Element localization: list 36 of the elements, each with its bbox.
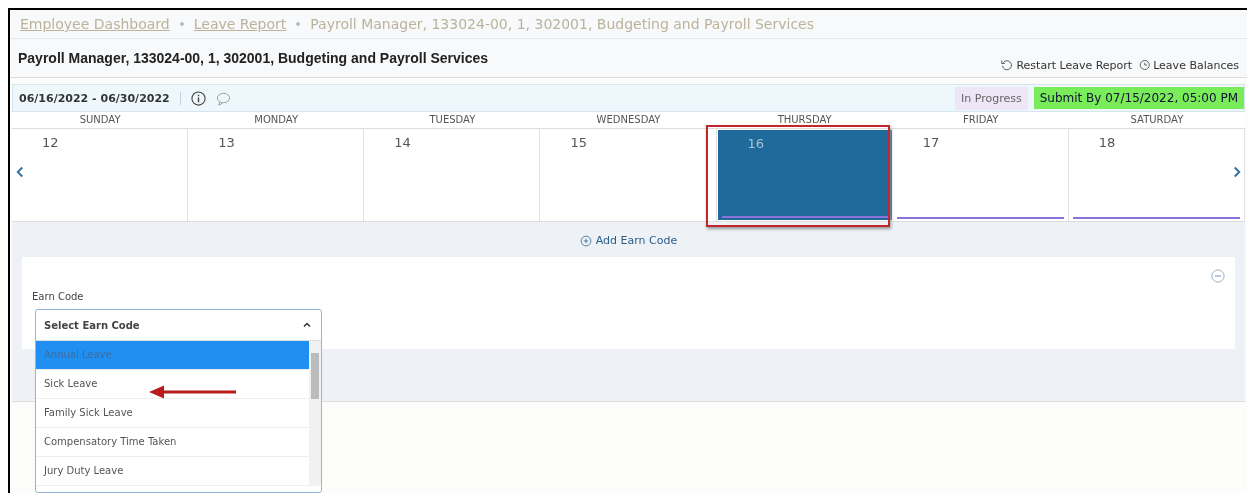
- comment-icon: [215, 90, 231, 106]
- add-earn-code-button[interactable]: Add Earn Code: [579, 234, 678, 247]
- dropdown-option[interactable]: Compensatory Time Taken: [36, 428, 309, 457]
- refresh-icon: [1001, 59, 1014, 71]
- scrollbar[interactable]: [309, 341, 321, 486]
- dropdown-placeholder: Select Earn Code: [44, 319, 140, 331]
- day-cell[interactable]: 15: [540, 129, 717, 221]
- collapse-icon: [1211, 269, 1225, 283]
- weekday-header: WEDNESDAY: [540, 112, 717, 129]
- weekday-header: SATURDAY: [1068, 112, 1245, 129]
- pay-period: 06/16/2022 - 06/30/2022: [13, 91, 181, 105]
- page-title: Payroll Manager, 133024-00, 1, 302001, Budgeting and Payroll Services: [18, 50, 488, 66]
- scrollbar-thumb[interactable]: [311, 353, 319, 399]
- chevron-right-icon: [1231, 166, 1243, 178]
- history-icon: [1138, 59, 1151, 71]
- weekday-header: FRIDAY: [892, 112, 1069, 129]
- breadcrumb-current: Payroll Manager, 133024-00, 1, 302001, Budgeting and Payroll Services: [310, 16, 814, 32]
- dropdown-option[interactable]: Family Sick Leave: [36, 399, 309, 428]
- weekday-header: TUESDAY: [364, 112, 541, 129]
- day-cell[interactable]: 18: [1068, 129, 1245, 221]
- day-cell[interactable]: 13: [188, 129, 365, 221]
- status-badge: In Progress: [955, 86, 1028, 110]
- plus-circle-icon: [579, 234, 592, 247]
- field-label: Earn Code: [32, 291, 84, 302]
- deadline-badge: Submit By 07/15/2022, 05:00 PM: [1033, 87, 1244, 109]
- info-icon: [190, 90, 206, 106]
- chevron-left-icon: [14, 166, 26, 178]
- weekday-header: SUNDAY: [12, 112, 189, 129]
- leave-balances-button[interactable]: Leave Balances: [1138, 58, 1239, 72]
- day-cell[interactable]: 12: [12, 129, 189, 221]
- day-cell[interactable]: 14: [364, 129, 541, 221]
- day-cell[interactable]: 17: [892, 129, 1069, 221]
- earn-code-dropdown[interactable]: Select Earn Code Annual Leave Sick Leave Family Sick Leave Compensatory Time Taken Jury Duty Leave: [35, 309, 322, 493]
- restart-button[interactable]: Restart Leave Report: [1001, 58, 1133, 72]
- dropdown-option[interactable]: Jury Duty Leave: [36, 457, 309, 486]
- weekday-header: MONDAY: [188, 112, 365, 129]
